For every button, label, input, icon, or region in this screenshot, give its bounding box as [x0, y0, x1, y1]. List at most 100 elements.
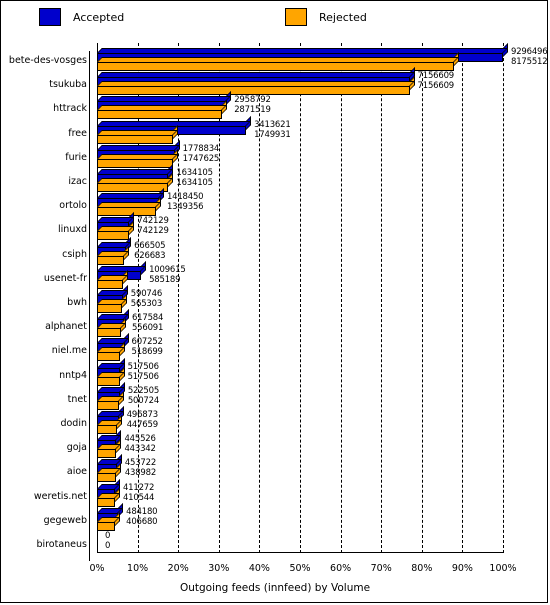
bar-group: 607252 518699: [97, 333, 503, 362]
bar-top: [97, 299, 127, 304]
x-tick-label: 50%: [289, 563, 311, 574]
bar-value-label-accepted: 484180: [126, 506, 158, 517]
x-axis-title: Outgoing feeds (innfeed) by Volume: [179, 582, 371, 594]
y-tick-label: linuxd: [58, 224, 87, 236]
bar-value-label-accepted: 9296496: [511, 47, 548, 57]
chart-legend: Accepted Rejected: [1, 1, 549, 35]
y-tick-label: gegeweb: [43, 514, 87, 526]
y-axis-labels: bete-des-vosges tsukuba httrack free furie iz…: [1, 43, 93, 565]
bar-top: [97, 274, 128, 280]
gridline: [503, 43, 504, 553]
bar-value-label-rejected: 742129: [137, 226, 169, 237]
bar-value-label-rejected: 8175512: [511, 57, 548, 67]
plot-area: 9296496 8175512 7156609 7156609 2958792 28715…: [89, 43, 548, 565]
bar-top: [97, 241, 132, 247]
bar-group: 7156609 7156609: [97, 67, 503, 96]
bar-value-label-accepted: 411272: [122, 482, 155, 493]
bar-value-label-rejected: 447659: [126, 420, 158, 430]
bar-top: [97, 81, 415, 87]
bar-group: 453722 438982: [97, 454, 503, 483]
bar-value-label-rejected: 1749931: [254, 129, 291, 140]
bar-group: 522505 500724: [97, 381, 503, 410]
legend-swatch-accepted: [39, 8, 61, 26]
bar-group: 590746 565303: [97, 285, 503, 313]
y-tick-label: niel.me: [51, 345, 87, 357]
bar-value-label-rejected: 438982: [124, 468, 157, 479]
bar-value-label-accepted: 445526: [124, 434, 156, 445]
bar-top: [97, 169, 174, 174]
bar-top: [97, 144, 180, 150]
bar-value-label-rejected: 7156609: [417, 81, 455, 92]
x-tick-label: 60%: [330, 563, 352, 574]
bar-top: [97, 362, 125, 368]
bar-value-label-rejected: 1349356: [166, 202, 204, 213]
x-tick-label: 80%: [411, 563, 433, 574]
bar-value-label-accepted: 517506: [127, 361, 159, 372]
bar-value-label-accepted: 742129: [137, 216, 169, 227]
bar-value-label-accepted: 496873: [126, 410, 158, 420]
bar-top: [97, 193, 164, 199]
bar-value-label-rejected: 443342: [124, 444, 156, 455]
bar-top: [97, 48, 508, 53]
bar-top: [97, 153, 179, 159]
bar-group: 3413621 1749931: [97, 115, 503, 144]
plot-depth-edge: [89, 51, 97, 561]
bar-value-label-rejected: 518699: [131, 347, 163, 358]
bar-value-label-rejected: 1747625: [182, 153, 220, 164]
x-tick-label: 30%: [208, 563, 230, 574]
bar-value-label-accepted: 522505: [127, 385, 160, 396]
x-tick-label: 100%: [489, 563, 517, 574]
bar-group: 1418450 1349356: [97, 188, 503, 217]
bar-value-label-accepted: 590746: [130, 289, 163, 299]
bar-value-label-accepted: 1778834: [182, 143, 220, 154]
bar-value-label-rejected: 1634105: [176, 178, 213, 188]
bar-top: [97, 386, 125, 392]
y-tick-label: usenet-fr: [43, 272, 87, 284]
bar-value-label-accepted: 453722: [124, 458, 157, 469]
y-tick-label: weretis.net: [33, 490, 87, 502]
bar-value-label-rejected: 0: [105, 541, 111, 551]
y-tick-label: alphanet: [45, 321, 87, 333]
bar-group: 496873 447659: [97, 406, 503, 434]
bar-group: 484180 406680: [97, 502, 503, 531]
bar-top: [97, 265, 147, 271]
bar-group: 666505 626683: [97, 236, 503, 265]
y-tick-label: bete-des-vosges: [8, 55, 87, 66]
bar-value-label-accepted: 1009615: [149, 264, 186, 275]
legend-swatch-rejected: [285, 8, 307, 26]
bar-group: 517506 517506: [97, 357, 503, 386]
y-tick-label: tsukuba: [49, 79, 87, 91]
bar-group: 411272 410544: [97, 478, 503, 507]
bar-top: [97, 96, 232, 102]
bar-top: [97, 105, 228, 111]
bar-top: [97, 226, 135, 232]
chart-canvas: Accepted Rejected bete-des-vosges tsukuba…: [0, 0, 548, 603]
y-tick-label: httrack: [53, 103, 87, 115]
bar-value-label-accepted: 1418450: [166, 192, 204, 203]
bar-value-label-accepted: 2958792: [234, 95, 271, 106]
bar-top: [97, 120, 252, 126]
bar-value-label-accepted: 3413621: [254, 119, 291, 130]
bar-group: 2958792 2871519: [97, 91, 503, 120]
x-tick-label: 0%: [89, 563, 105, 574]
bar-value-label-accepted: 666505: [134, 240, 166, 251]
bar-value-label-rejected: 517506: [127, 371, 159, 382]
y-tick-label: birotaneus: [36, 539, 87, 550]
bar-group: 00: [97, 529, 503, 551]
bar-value-label-rejected: 406680: [126, 516, 158, 527]
bar-top: [97, 202, 161, 208]
bar-value-label-rejected: 585189: [149, 274, 181, 285]
bar-value-label-rejected: 565303: [130, 299, 163, 309]
bar-top: [97, 129, 179, 135]
y-tick-label: ortolo: [59, 200, 87, 212]
bar-value-label-rejected: 626683: [134, 250, 166, 261]
bar-top: [97, 290, 128, 295]
bar-top: [97, 57, 460, 62]
legend-item-accepted: Accepted: [39, 8, 124, 26]
bar-group: 617584 556091: [97, 309, 503, 338]
bar-value-label-rejected: 556091: [131, 323, 164, 334]
x-axis-line: [97, 552, 503, 553]
bar-value-label-accepted: 1634105: [176, 168, 213, 178]
x-tick-label: 10%: [127, 563, 149, 574]
x-tick-label: 40%: [248, 563, 270, 574]
